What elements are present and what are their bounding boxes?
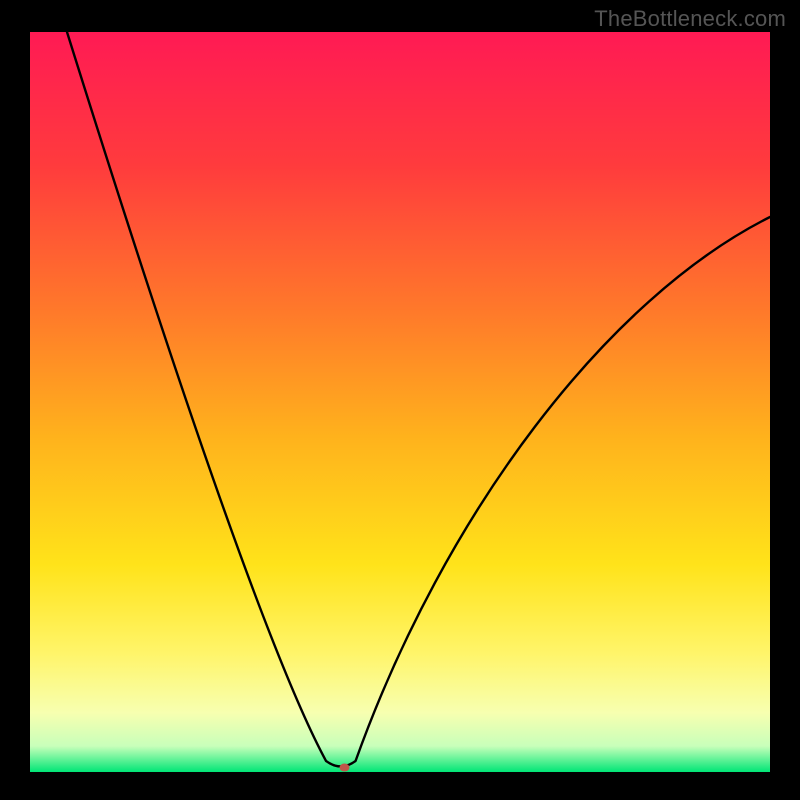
chart-svg [30,32,770,772]
plot-area [30,32,770,772]
gradient-background [30,32,770,772]
chart-frame: TheBottleneck.com [0,0,800,800]
valley-marker [340,764,350,772]
watermark-text: TheBottleneck.com [594,6,786,32]
